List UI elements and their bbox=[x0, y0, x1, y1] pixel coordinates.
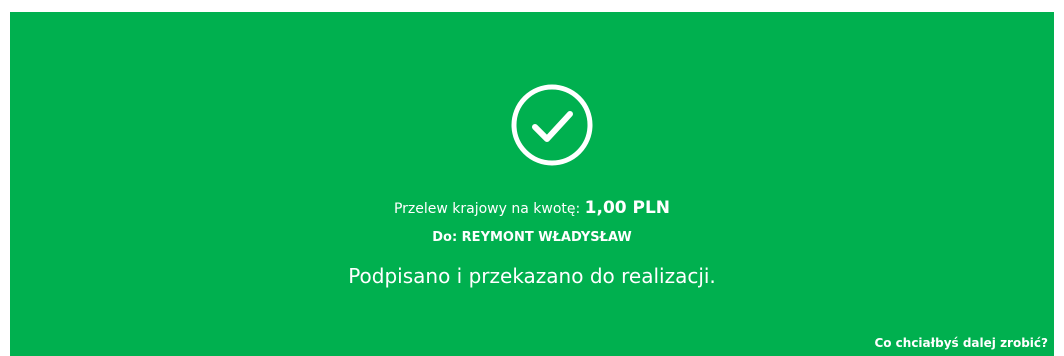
transfer-label: Przelew krajowy na kwotę: bbox=[393, 201, 581, 217]
next-actions-link[interactable]: Co chciałbyś dalej zrobić? bbox=[874, 336, 1048, 350]
transfer-amount: 1,00 PLN bbox=[584, 198, 671, 218]
recipient-label: Do: bbox=[432, 230, 458, 245]
confirmation-panel: Przelew krajowy na kwotę: 1,00 PLN Do: R… bbox=[10, 12, 1054, 356]
recipient-name: REYMONT WŁADYSŁAW bbox=[461, 230, 632, 245]
status-message: Podpisano i przekazano do realizacji. bbox=[348, 264, 716, 288]
recipient-line: Do: REYMONT WŁADYSŁAW bbox=[10, 228, 1054, 248]
transfer-summary: Przelew krajowy na kwotę: 1,00 PLN bbox=[10, 197, 1054, 220]
check-circle-icon bbox=[511, 84, 593, 166]
